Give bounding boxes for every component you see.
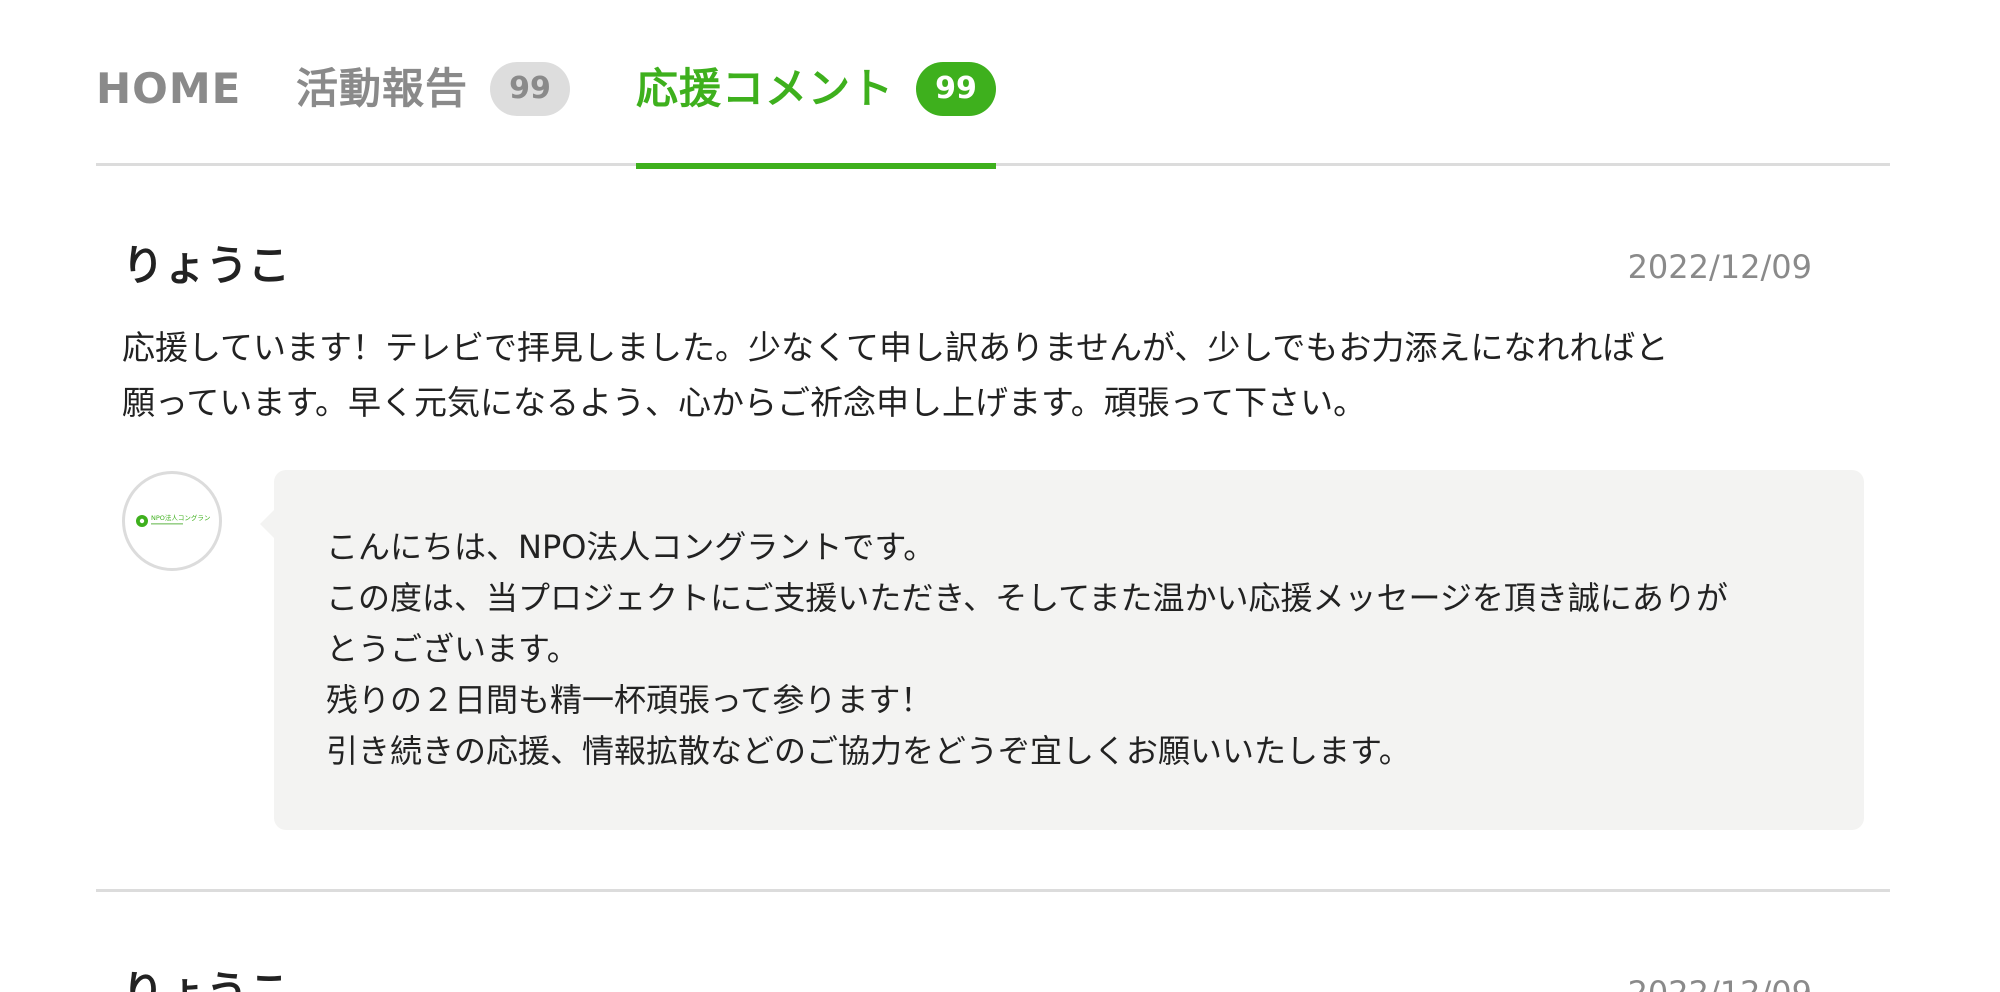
support-comments-count-badge: 99 <box>916 62 997 116</box>
page: HOME 活動報告 99 応援コメント 99 りょうこ 2022/12/09 応… <box>0 0 2000 992</box>
reply-text: こんにちは、NPO法人コングラントです。 この度は、当プロジェクトにご支援いただ… <box>326 528 1728 770</box>
comment-date: 2022/12/09 <box>1628 968 1812 992</box>
tab-bar: HOME 活動報告 99 応援コメント 99 <box>96 0 1890 169</box>
tab-home-label: HOME <box>96 64 242 113</box>
svg-text:NPO法人コングラント: NPO法人コングラント <box>151 513 210 522</box>
tab-support-comments[interactable]: 応援コメント 99 <box>636 58 997 169</box>
tab-home[interactable]: HOME <box>96 58 241 166</box>
comment-item: りょうこ 2022/12/09 応援しています！テレビで拝見しました。少なくて申… <box>96 166 1890 892</box>
comment-author: りょうこ <box>122 241 291 290</box>
comment-body: 応援しています！テレビで拝見しました。少なくて申し訳ありませんが、少しでもお力添… <box>122 328 1669 422</box>
comment-author: りょうこ <box>122 967 291 992</box>
tab-activity-reports[interactable]: 活動報告 99 <box>296 58 571 166</box>
organization-avatar: NPO法人コングラント <box>122 471 222 571</box>
tab-support-comments-label: 応援コメント <box>636 64 895 113</box>
organization-reply: こんにちは、NPO法人コングラントです。 この度は、当プロジェクトにご支援いただ… <box>260 470 1864 830</box>
tab-activity-reports-label: 活動報告 <box>296 64 469 113</box>
comment-item: りょうこ 2022/12/09 <box>96 892 1890 992</box>
comment-date: 2022/12/09 <box>1627 248 1812 286</box>
activity-reports-count-badge: 99 <box>490 62 571 116</box>
organization-logo-icon: NPO法人コングラント <box>136 513 210 527</box>
